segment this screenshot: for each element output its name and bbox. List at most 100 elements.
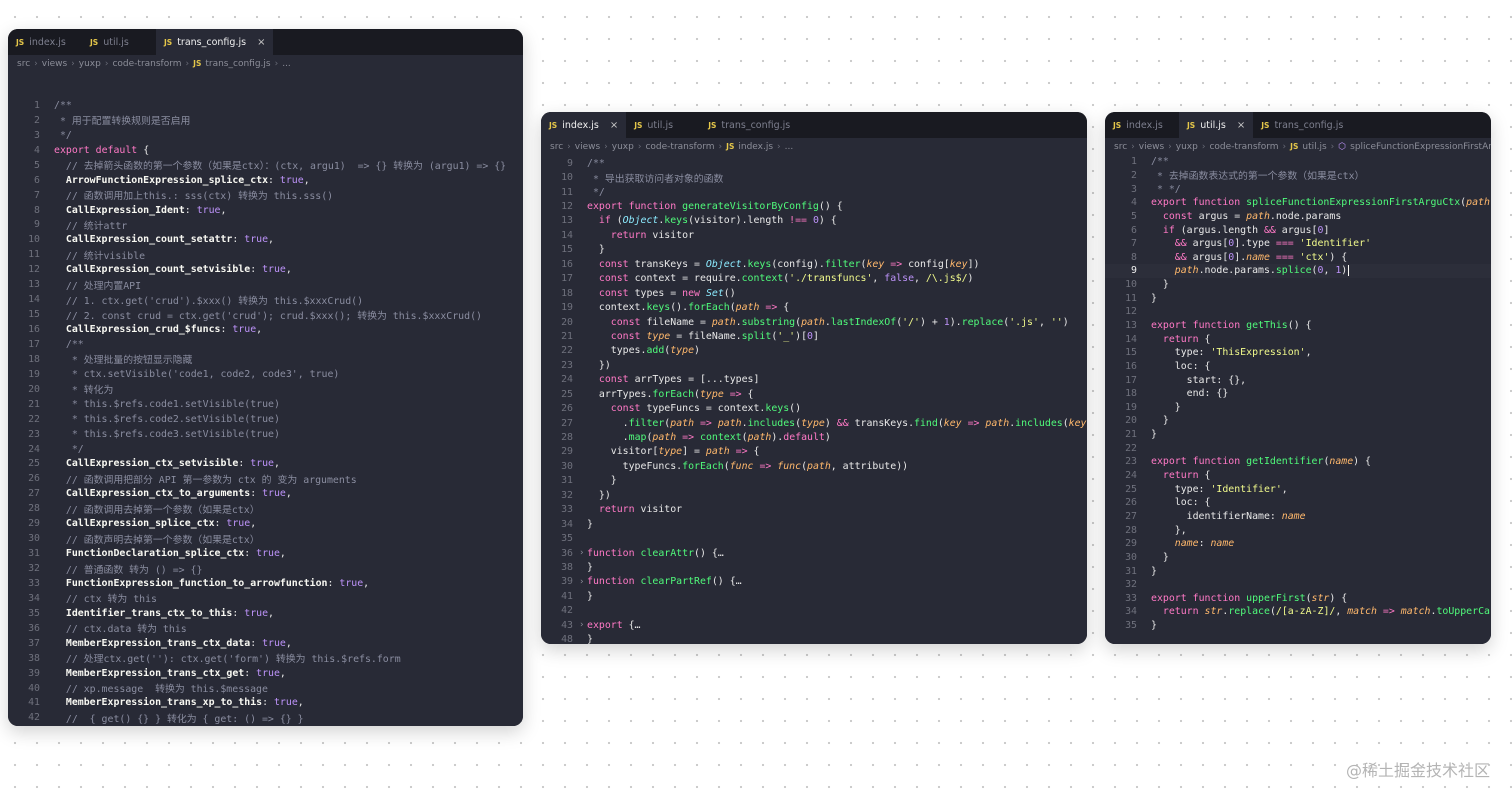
breadcrumb-item[interactable]: yuxp (612, 142, 634, 152)
code-line: 33 export function upperFirst(str) { (1105, 592, 1491, 606)
code-text: } (1151, 620, 1157, 632)
line-number: 30 (561, 460, 573, 472)
breadcrumb-item[interactable]: src (550, 142, 563, 152)
tab-index-js[interactable]: JS index.js (1105, 112, 1179, 138)
code-line: 41 MemberExpression_trans_xp_to_this: tr… (8, 696, 523, 711)
watermark: @稀土掘金技术社区 (1345, 761, 1490, 780)
code-editor[interactable]: 1/** 2 * 去掉函数表达式的第一个参数（如果是ctx） 3 * */4 expo… (1105, 155, 1491, 644)
line-number: 34 (28, 592, 40, 604)
breadcrumb-item[interactable]: views (1139, 142, 1164, 152)
code-line: 8 CallExpression_Ident: true, (8, 203, 523, 218)
code-line: 21 * this.$refs.code1.setVisible(true) (8, 397, 523, 412)
breadcrumb-item[interactable]: ... (282, 59, 291, 69)
editor-window-util: JS index.js JS util.js × JS trans_config.jssrc… (1105, 112, 1491, 644)
breadcrumb-item[interactable]: yuxp (1176, 142, 1198, 152)
code-text: // 普通函数 转为 () => {} (54, 564, 203, 576)
code-text: end: {} (1151, 388, 1229, 400)
code-line: 32 // 普通函数 转为 () => {} (8, 561, 523, 576)
fold-chevron-icon[interactable]: › (579, 577, 584, 587)
js-file-icon: JS (193, 59, 202, 68)
code-text: * 转化为 (54, 385, 114, 397)
code-text: typeFuncs.forEach(func => func(path, att… (587, 460, 909, 472)
code-editor[interactable]: 1/** 2 * 用于配置转换规则是否启用 3 */4 export default … (8, 72, 523, 726)
code-text: loc: { (1151, 360, 1211, 372)
line-number: 17 (1125, 374, 1137, 386)
close-tab-icon[interactable]: × (610, 120, 618, 131)
tab-label: trans_config.js (1274, 119, 1344, 131)
line-number: 13 (28, 279, 40, 291)
code-text: const context = require.context('./trans… (598, 273, 974, 285)
line-number: 8 (34, 204, 40, 216)
tab-index-js[interactable]: JS index.js (8, 29, 82, 55)
js-file-icon: JS (90, 37, 99, 47)
line-number: 10 (1125, 279, 1137, 291)
code-editor[interactable]: 9/** 10 * 导出获取访问者对象的函数 11 */12 export funct… (541, 155, 1087, 644)
breadcrumb-item[interactable]: code-transform (1209, 142, 1278, 152)
code-line: 22 * this.$refs.code2.setVisible(true) (8, 412, 523, 427)
breadcrumb-item[interactable]: index.js (738, 142, 773, 152)
code-line: 34 return str.replace(/[a-zA-Z]/, match … (1105, 605, 1491, 619)
tab-bar: JS index.js JS util.js JS trans_config.js × (8, 29, 523, 55)
breadcrumb-item[interactable]: code-transform (112, 59, 181, 69)
code-line: 1 /** (8, 98, 523, 113)
line-number: 13 (561, 215, 573, 227)
tab-util-js[interactable]: JS util.js (626, 112, 700, 138)
close-tab-icon[interactable]: × (1237, 120, 1245, 131)
line-number: 4 (34, 144, 40, 156)
breadcrumb-separator: › (567, 141, 571, 152)
code-text: identifierName: name (1151, 510, 1306, 522)
code-text: * 导出获取访问者对象的函数 (587, 173, 724, 185)
line-number: 32 (28, 563, 40, 575)
line-number: 5 (34, 159, 40, 171)
code-line: 21} (1105, 428, 1491, 442)
breadcrumb-item[interactable]: ... (785, 142, 794, 152)
line-number: 16 (28, 324, 40, 336)
code-line: 4 export function spliceFunctionExpressio… (1105, 196, 1491, 210)
code-text: // 统计attr (54, 220, 128, 232)
tab-trans-config-js[interactable]: JS trans_config.js (700, 112, 798, 138)
breadcrumb-item[interactable]: src (17, 59, 30, 69)
line-number: 25 (1125, 483, 1137, 495)
close-tab-icon[interactable]: × (257, 37, 265, 48)
tab-label: trans_config.js (721, 119, 791, 131)
code-text: export function getThis() { (1151, 320, 1312, 331)
code-line: 11} (1105, 291, 1491, 305)
line-number: 39 (28, 667, 40, 679)
line-number: 19 (1125, 401, 1137, 413)
code-line: 24 return { (1105, 469, 1491, 483)
code-line: 3 * */ (1105, 182, 1491, 196)
code-line: 6 if (argus.length && argus[0] (1105, 223, 1491, 237)
line-number: 2 (34, 114, 40, 126)
breadcrumb-item[interactable]: views (575, 142, 600, 152)
breadcrumb-separator: › (1330, 141, 1335, 152)
fold-chevron-icon[interactable]: › (579, 548, 584, 558)
js-file-icon: JS (708, 120, 717, 130)
breadcrumb-item[interactable]: yuxp (79, 59, 101, 69)
line-number: 27 (28, 488, 40, 500)
breadcrumb-item[interactable]: spliceFunctionExpressionFirstArguCtx (1350, 142, 1491, 152)
breadcrumb-item[interactable]: code-transform (645, 142, 714, 152)
code-line: 31 FunctionDeclaration_splice_ctx: true, (8, 546, 523, 561)
code-text: // 函数声明去掉第一个参数（如果是ctx） (54, 534, 260, 546)
breadcrumb-item[interactable]: trans_config.js (205, 59, 270, 69)
code-line: 18 const types = new Set() (541, 286, 1087, 300)
breadcrumb-item[interactable]: views (42, 59, 67, 69)
line-number: 5 (1131, 210, 1137, 222)
tab-trans-config-js[interactable]: JS trans_config.js (1253, 112, 1351, 138)
code-line: 9 // 统计attr (8, 218, 523, 233)
code-text: .map(path => context(path).default) (587, 432, 831, 444)
fold-chevron-icon[interactable]: › (579, 620, 584, 630)
code-text: /** (1151, 156, 1169, 168)
tab-util-js[interactable]: JS util.js × (1179, 112, 1254, 138)
code-text: */ (587, 186, 605, 198)
code-line: 41} (541, 589, 1087, 603)
tab-trans-config-js[interactable]: JS trans_config.js × (156, 29, 274, 55)
tab-index-js[interactable]: JS index.js × (541, 112, 627, 138)
tab-util-js[interactable]: JS util.js (82, 29, 156, 55)
code-line: 17 const context = require.context('./tr… (541, 272, 1087, 286)
breadcrumb-separator: › (1201, 141, 1206, 152)
breadcrumb-item[interactable]: src (1114, 142, 1127, 152)
code-text: return visitor (610, 229, 695, 241)
breadcrumb-item[interactable]: util.js (1302, 142, 1326, 152)
code-text: const fileName = path.substring(path.las… (610, 316, 1069, 328)
